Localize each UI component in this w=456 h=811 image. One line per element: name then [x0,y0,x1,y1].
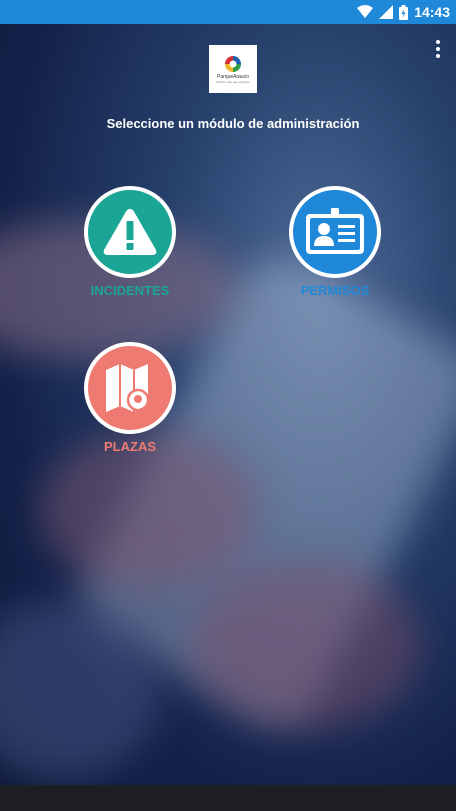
plazas-circle[interactable] [84,342,176,434]
module-incidentes[interactable]: INCIDENTES [84,186,176,298]
battery-icon [399,4,409,20]
module-label-permisos: PERMISOS [300,283,370,298]
status-bar: 14:43 [0,0,456,24]
brand-logo: ParqueArauco Mucho más que comprar [209,45,257,93]
incidentes-circle[interactable] [84,186,176,278]
map-pin-icon [106,364,150,412]
page-title: Seleccione un módulo de administración [106,116,360,131]
background-blur [40,430,260,590]
module-label-plazas: PLAZAS [104,439,156,454]
module-plazas[interactable]: PLAZAS [84,342,176,454]
permisos-circle[interactable] [289,186,381,278]
id-card-icon [306,208,364,254]
background-blur [190,560,420,730]
wifi-icon [357,5,374,19]
app-screen: 14:43 ParqueArauco Mucho más que comprar… [0,0,456,811]
logo-tagline: Mucho más que comprar [216,79,250,84]
module-permisos[interactable]: PERMISOS [289,186,381,298]
signal-icon [379,5,394,19]
parque-arauco-logo-icon [225,55,241,72]
module-label-incidentes: INCIDENTES [90,283,170,298]
status-time: 14:43 [414,4,450,20]
warning-icon [103,209,157,255]
overflow-menu-icon[interactable] [430,38,446,60]
navigation-bar [0,785,456,811]
